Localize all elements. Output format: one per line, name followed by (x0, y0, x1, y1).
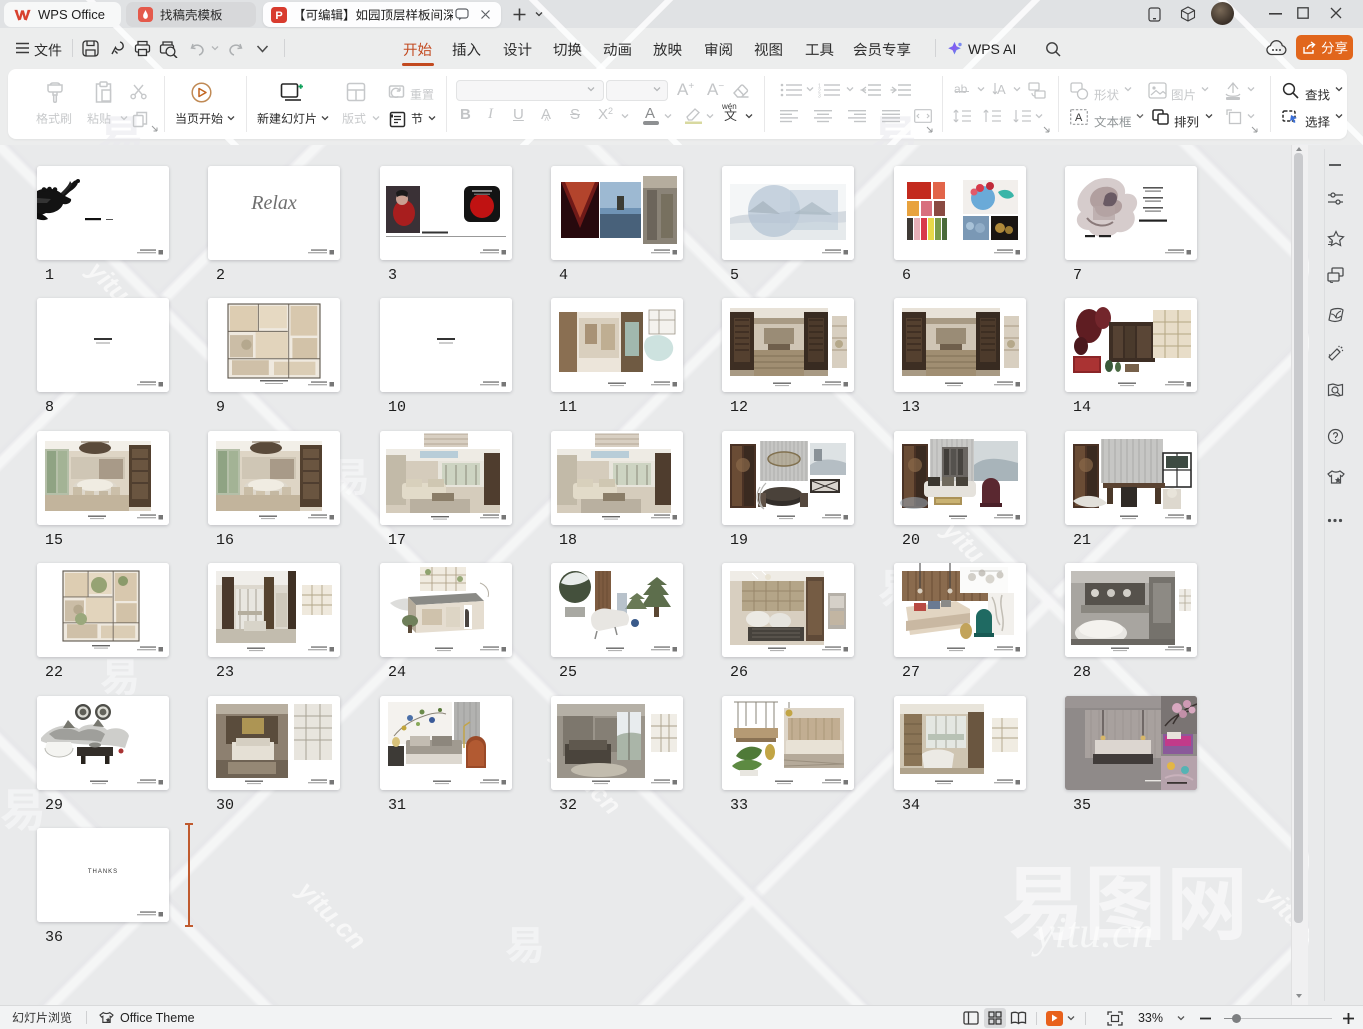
svg-text:Relax: Relax (250, 192, 297, 214)
svg-text:P: P (275, 10, 282, 22)
svg-text:THANKS: THANKS (88, 869, 118, 875)
svg-text:3: 3 (818, 94, 821, 100)
svg-text:A: A (1075, 112, 1083, 124)
svg-text:A: A (997, 82, 1006, 97)
